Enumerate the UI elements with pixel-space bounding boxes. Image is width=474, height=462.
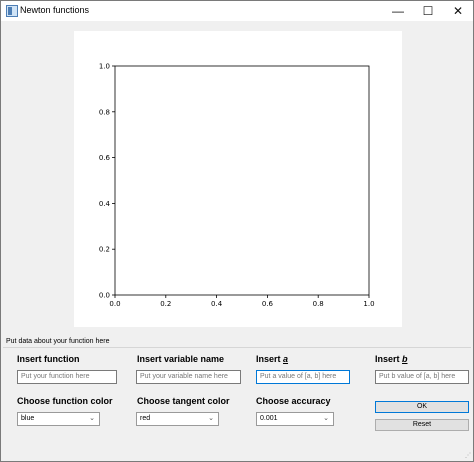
- a-value-input[interactable]: Put a value of [a, b] here: [256, 370, 350, 384]
- function-color-value: blue: [21, 415, 35, 422]
- maximize-button[interactable]: ☐: [413, 1, 443, 21]
- chevron-down-icon: ⌄: [89, 415, 95, 422]
- insert-a-label: Insert a: [256, 354, 288, 364]
- chart-svg: 0.0 0.2 0.4 0.6 0.8 1.0 0.0 0.2 0.4 0.6 0.8 1.0: [99, 63, 375, 309]
- axes-frame: [114, 65, 370, 296]
- insert-a-var: a: [283, 354, 289, 364]
- tangent-color-value: red: [140, 415, 151, 422]
- accuracy-select[interactable]: 0.001 ⌄: [256, 412, 334, 426]
- title-bar: Newton functions — ☐ ✕: [1, 1, 473, 21]
- function-color-label: Choose function color: [17, 396, 113, 406]
- x-tick-label: 1.0: [363, 300, 374, 308]
- plot-canvas: 0.0 0.2 0.4 0.6 0.8 1.0 0.0 0.2 0.4 0.6 0.8 1.0: [74, 31, 402, 327]
- insert-variable-label: Insert variable name: [137, 354, 225, 364]
- main-window: Newton functions — ☐ ✕ 0.0 0.2 0.4 0.6 0.8 1.…: [0, 0, 474, 462]
- group-divider: [3, 347, 471, 348]
- ok-button[interactable]: OK: [375, 401, 469, 413]
- tangent-color-select[interactable]: red ⌄: [136, 412, 219, 426]
- variable-input[interactable]: Put your variable name here: [136, 370, 241, 384]
- resize-grip-icon[interactable]: ⋰: [465, 452, 471, 459]
- chevron-down-icon: ⌄: [208, 415, 214, 422]
- x-tick-label: 0.2: [160, 300, 171, 308]
- app-icon: [6, 5, 18, 17]
- y-tick-label: 0.2: [99, 246, 110, 254]
- x-tick-label: 0.6: [262, 300, 274, 308]
- insert-a-label-text: Insert: [256, 354, 284, 364]
- window-title: Newton functions: [20, 5, 90, 15]
- close-button[interactable]: ✕: [443, 1, 473, 21]
- insert-function-label: Insert function: [17, 354, 80, 364]
- tangent-color-label: Choose tangent color: [137, 396, 230, 406]
- insert-b-var: b: [402, 354, 408, 364]
- insert-b-label-text: Insert: [375, 354, 403, 364]
- function-color-select[interactable]: blue ⌄: [17, 412, 100, 426]
- group-title: Put data about your function here: [6, 338, 110, 345]
- y-tick-label: 0.6: [99, 154, 111, 162]
- y-tick-label: 0.4: [99, 200, 111, 208]
- y-tick-label: 0.8: [99, 108, 110, 116]
- reset-button[interactable]: Reset: [375, 419, 469, 431]
- minimize-button[interactable]: —: [383, 1, 413, 21]
- status-bar: ⋰: [1, 441, 473, 461]
- x-tick-label: 0.4: [211, 300, 223, 308]
- accuracy-label: Choose accuracy: [256, 396, 331, 406]
- x-tick-label: 0.0: [109, 300, 120, 308]
- accuracy-value: 0.001: [260, 415, 278, 422]
- x-tick-label: 0.8: [313, 300, 324, 308]
- y-tick-label: 0.0: [99, 292, 110, 300]
- insert-b-label: Insert b: [375, 354, 408, 364]
- chevron-down-icon: ⌄: [323, 415, 329, 422]
- y-tick-label: 1.0: [99, 63, 110, 71]
- b-value-input[interactable]: Put b value of [a, b] here: [375, 370, 469, 384]
- function-input[interactable]: Put your function here: [17, 370, 117, 384]
